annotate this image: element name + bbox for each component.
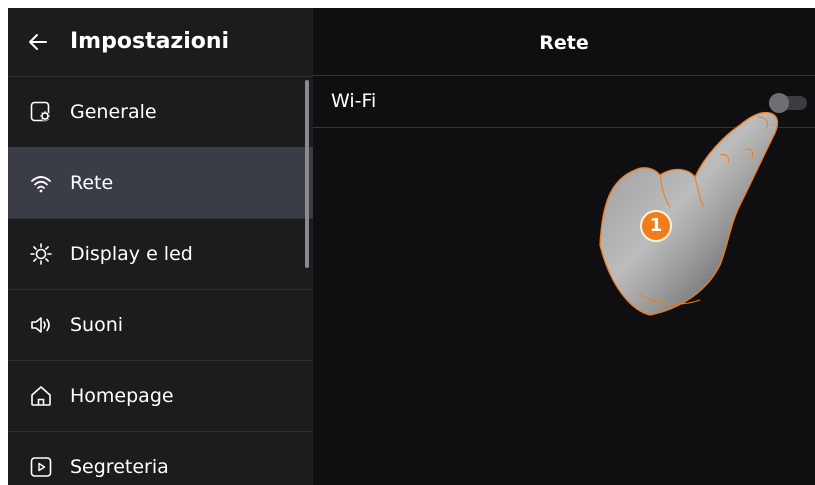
sidebar-item-label: Segreteria bbox=[70, 456, 169, 478]
speaker-icon bbox=[31, 317, 50, 333]
sidebar-item-label: Rete bbox=[70, 172, 114, 194]
sidebar-item-homepage[interactable]: Homepage bbox=[8, 360, 313, 431]
sidebar-item-label: Homepage bbox=[70, 385, 174, 407]
sidebar-item-label: Generale bbox=[70, 101, 157, 123]
sidebar-header: Impostazioni bbox=[8, 8, 313, 76]
step-number-badge: 1 bbox=[640, 210, 672, 242]
wifi-label: Wi-Fi bbox=[331, 90, 377, 112]
sidebar: Impostazioni Generale Rete Display e led… bbox=[8, 8, 313, 485]
main-header: Rete bbox=[313, 8, 815, 76]
device-screen: Impostazioni Generale Rete Display e led… bbox=[8, 8, 815, 485]
sidebar-item-display-e-led[interactable]: Display e led bbox=[8, 218, 313, 289]
section-title: Rete bbox=[539, 32, 589, 54]
sidebar-scrollbar[interactable] bbox=[305, 80, 309, 268]
sidebar-item-suoni[interactable]: Suoni bbox=[8, 289, 313, 360]
sidebar-item-label: Display e led bbox=[70, 243, 193, 265]
settings-device-icon bbox=[30, 101, 50, 122]
wifi-setting-row: Wi-Fi bbox=[313, 76, 815, 128]
play-box-icon bbox=[30, 457, 52, 477]
sidebar-item-rete[interactable]: Rete bbox=[8, 147, 313, 218]
home-icon bbox=[31, 386, 51, 406]
sidebar-item-generale[interactable]: Generale bbox=[8, 76, 313, 147]
page-title: Impostazioni bbox=[70, 29, 230, 54]
wifi-toggle[interactable] bbox=[769, 93, 807, 113]
toggle-knob bbox=[769, 93, 789, 113]
main-panel: Rete Wi-Fi bbox=[313, 8, 815, 485]
arrow-left-icon[interactable] bbox=[28, 32, 48, 52]
brightness-icon bbox=[30, 243, 52, 265]
wifi-icon bbox=[31, 176, 51, 193]
sidebar-item-label: Suoni bbox=[70, 314, 124, 336]
sidebar-item-segreteria[interactable]: Segreteria bbox=[8, 431, 313, 485]
